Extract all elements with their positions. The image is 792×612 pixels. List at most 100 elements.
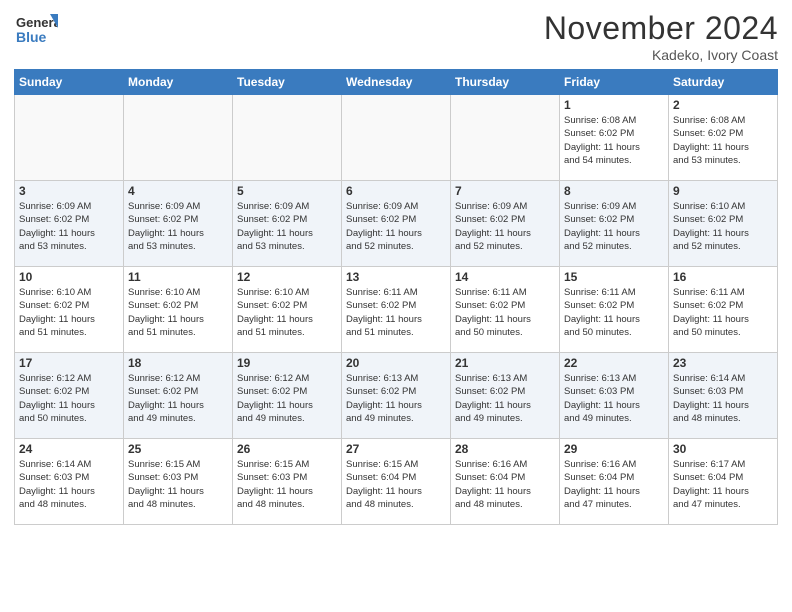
calendar-day-cell: 18Sunrise: 6:12 AMSunset: 6:02 PMDayligh… <box>124 353 233 439</box>
day-number: 9 <box>673 184 773 198</box>
calendar-day-cell: 16Sunrise: 6:11 AMSunset: 6:02 PMDayligh… <box>669 267 778 353</box>
day-info: Sunrise: 6:16 AMSunset: 6:04 PMDaylight:… <box>455 458 555 511</box>
day-number: 12 <box>237 270 337 284</box>
svg-text:Blue: Blue <box>16 29 47 45</box>
calendar-weekday-header: Tuesday <box>233 70 342 95</box>
day-info: Sunrise: 6:13 AMSunset: 6:02 PMDaylight:… <box>455 372 555 425</box>
page: General Blue November 2024 Kadeko, Ivory… <box>0 0 792 612</box>
svg-text:General: General <box>16 15 58 30</box>
calendar-day-cell <box>451 95 560 181</box>
day-number: 7 <box>455 184 555 198</box>
calendar-weekday-header: Monday <box>124 70 233 95</box>
calendar-day-cell: 2 Sunrise: 6:08 AMSunset: 6:02 PMDaylight… <box>669 95 778 181</box>
day-number: 8 <box>564 184 664 198</box>
calendar-day-cell: 6Sunrise: 6:09 AMSunset: 6:02 PMDaylight… <box>342 181 451 267</box>
logo-area: General Blue <box>14 10 58 54</box>
calendar-day-cell: 23Sunrise: 6:14 AMSunset: 6:03 PMDayligh… <box>669 353 778 439</box>
day-number: 2 <box>673 98 773 112</box>
calendar-day-cell: 3 Sunrise: 6:09 AMSunset: 6:02 PMDaylight… <box>15 181 124 267</box>
day-number: 10 <box>19 270 119 284</box>
calendar-day-cell: 13 Sunrise: 6:11 AMSunset: 6:02 PMDayligh… <box>342 267 451 353</box>
day-info: Sunrise: 6:10 AMSunset: 6:02 PMDaylight:… <box>19 286 119 339</box>
day-number: 17 <box>19 356 119 370</box>
day-info: Sunrise: 6:11 AMSunset: 6:02 PMDaylight:… <box>346 286 446 339</box>
calendar-day-cell: 4 Sunrise: 6:09 AMSunset: 6:02 PMDaylight… <box>124 181 233 267</box>
calendar-day-cell: 10 Sunrise: 6:10 AMSunset: 6:02 PMDayligh… <box>15 267 124 353</box>
calendar-week-row: 17 Sunrise: 6:12 AMSunset: 6:02 PMDayligh… <box>15 353 778 439</box>
day-number: 4 <box>128 184 228 198</box>
calendar-day-cell: 12 Sunrise: 6:10 AMSunset: 6:02 PMDayligh… <box>233 267 342 353</box>
day-info: Sunrise: 6:12 AMSunset: 6:02 PMDaylight:… <box>128 372 228 425</box>
day-number: 21 <box>455 356 555 370</box>
calendar-header-row: SundayMondayTuesdayWednesdayThursdayFrid… <box>15 70 778 95</box>
day-info: Sunrise: 6:11 AMSunset: 6:02 PMDaylight:… <box>673 286 773 339</box>
day-info: Sunrise: 6:16 AMSunset: 6:04 PMDaylight:… <box>564 458 664 511</box>
day-info: Sunrise: 6:10 AMSunset: 6:02 PMDaylight:… <box>128 286 228 339</box>
calendar-day-cell: 29 Sunrise: 6:16 AMSunset: 6:04 PMDayligh… <box>560 439 669 525</box>
day-info: Sunrise: 6:15 AMSunset: 6:03 PMDaylight:… <box>237 458 337 511</box>
day-info: Sunrise: 6:10 AMSunset: 6:02 PMDaylight:… <box>237 286 337 339</box>
day-info: Sunrise: 6:15 AMSunset: 6:03 PMDaylight:… <box>128 458 228 511</box>
day-number: 5 <box>237 184 337 198</box>
day-number: 15 <box>564 270 664 284</box>
calendar-day-cell: 17Sunrise: 6:12 AMSunset: 6:02 PMDayligh… <box>15 353 124 439</box>
calendar-day-cell: 20 Sunrise: 6:13 AMSunset: 6:02 PMDayligh… <box>342 353 451 439</box>
calendar-table: SundayMondayTuesdayWednesdayThursdayFrid… <box>14 69 778 525</box>
day-number: 20 <box>346 356 446 370</box>
calendar-day-cell <box>233 95 342 181</box>
location-subtitle: Kadeko, Ivory Coast <box>544 47 778 63</box>
calendar-day-cell: 7 Sunrise: 6:09 AMSunset: 6:02 PMDaylight… <box>451 181 560 267</box>
calendar-day-cell: 22 Sunrise: 6:13 AMSunset: 6:03 PMDayligh… <box>560 353 669 439</box>
calendar-day-cell: 25Sunrise: 6:15 AMSunset: 6:03 PMDayligh… <box>124 439 233 525</box>
calendar-day-cell <box>342 95 451 181</box>
title-area: November 2024 Kadeko, Ivory Coast <box>544 10 778 63</box>
day-info: Sunrise: 6:09 AMSunset: 6:02 PMDaylight:… <box>237 200 337 253</box>
calendar-day-cell: 1Sunrise: 6:08 AMSunset: 6:02 PMDaylight… <box>560 95 669 181</box>
day-info: Sunrise: 6:09 AMSunset: 6:02 PMDaylight:… <box>455 200 555 253</box>
calendar-day-cell: 28 Sunrise: 6:16 AMSunset: 6:04 PMDayligh… <box>451 439 560 525</box>
day-number: 19 <box>237 356 337 370</box>
calendar-week-row: 24 Sunrise: 6:14 AMSunset: 6:03 PMDayligh… <box>15 439 778 525</box>
day-number: 13 <box>346 270 446 284</box>
day-number: 27 <box>346 442 446 456</box>
calendar-day-cell: 15 Sunrise: 6:11 AMSunset: 6:02 PMDayligh… <box>560 267 669 353</box>
day-info: Sunrise: 6:13 AMSunset: 6:03 PMDaylight:… <box>564 372 664 425</box>
day-info: Sunrise: 6:12 AMSunset: 6:02 PMDaylight:… <box>237 372 337 425</box>
calendar-day-cell: 21 Sunrise: 6:13 AMSunset: 6:02 PMDayligh… <box>451 353 560 439</box>
day-number: 29 <box>564 442 664 456</box>
day-number: 28 <box>455 442 555 456</box>
calendar-day-cell <box>124 95 233 181</box>
day-number: 11 <box>128 270 228 284</box>
day-number: 3 <box>19 184 119 198</box>
calendar-day-cell: 19 Sunrise: 6:12 AMSunset: 6:02 PMDayligh… <box>233 353 342 439</box>
day-info: Sunrise: 6:11 AMSunset: 6:02 PMDaylight:… <box>564 286 664 339</box>
day-number: 22 <box>564 356 664 370</box>
month-title: November 2024 <box>544 10 778 47</box>
day-info: Sunrise: 6:10 AMSunset: 6:02 PMDaylight:… <box>673 200 773 253</box>
logo-svg: General Blue <box>14 10 58 54</box>
day-number: 24 <box>19 442 119 456</box>
calendar-weekday-header: Wednesday <box>342 70 451 95</box>
calendar-week-row: 10 Sunrise: 6:10 AMSunset: 6:02 PMDayligh… <box>15 267 778 353</box>
calendar-day-cell: 9 Sunrise: 6:10 AMSunset: 6:02 PMDaylight… <box>669 181 778 267</box>
day-number: 6 <box>346 184 446 198</box>
calendar-day-cell: 27 Sunrise: 6:15 AMSunset: 6:04 PMDayligh… <box>342 439 451 525</box>
calendar-weekday-header: Friday <box>560 70 669 95</box>
day-number: 23 <box>673 356 773 370</box>
day-info: Sunrise: 6:08 AMSunset: 6:02 PMDaylight:… <box>564 114 664 167</box>
day-info: Sunrise: 6:13 AMSunset: 6:02 PMDaylight:… <box>346 372 446 425</box>
day-info: Sunrise: 6:15 AMSunset: 6:04 PMDaylight:… <box>346 458 446 511</box>
calendar-week-row: 3 Sunrise: 6:09 AMSunset: 6:02 PMDaylight… <box>15 181 778 267</box>
day-info: Sunrise: 6:11 AMSunset: 6:02 PMDaylight:… <box>455 286 555 339</box>
day-info: Sunrise: 6:09 AMSunset: 6:02 PMDaylight:… <box>19 200 119 253</box>
calendar-day-cell: 24 Sunrise: 6:14 AMSunset: 6:03 PMDayligh… <box>15 439 124 525</box>
day-info: Sunrise: 6:09 AMSunset: 6:02 PMDaylight:… <box>564 200 664 253</box>
calendar-weekday-header: Sunday <box>15 70 124 95</box>
calendar-weekday-header: Saturday <box>669 70 778 95</box>
day-info: Sunrise: 6:14 AMSunset: 6:03 PMDaylight:… <box>19 458 119 511</box>
day-info: Sunrise: 6:08 AMSunset: 6:02 PMDaylight:… <box>673 114 773 167</box>
day-number: 26 <box>237 442 337 456</box>
calendar-day-cell: 30Sunrise: 6:17 AMSunset: 6:04 PMDayligh… <box>669 439 778 525</box>
calendar-day-cell: 5 Sunrise: 6:09 AMSunset: 6:02 PMDaylight… <box>233 181 342 267</box>
day-info: Sunrise: 6:09 AMSunset: 6:02 PMDaylight:… <box>128 200 228 253</box>
